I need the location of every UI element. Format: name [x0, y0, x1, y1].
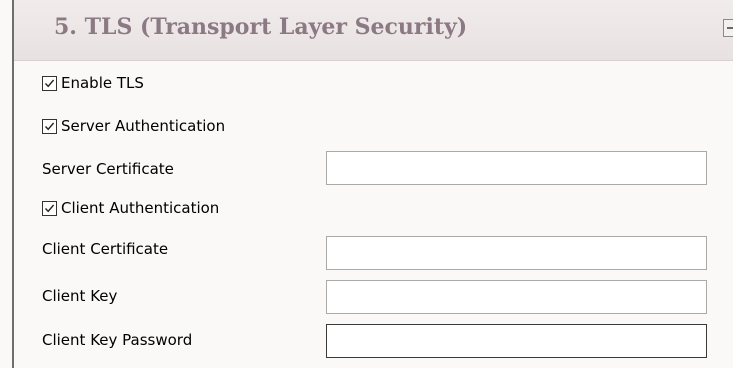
- section-title: 5. TLS (Transport Layer Security): [54, 14, 468, 40]
- client-certificate-input[interactable]: [326, 236, 707, 270]
- enable-tls-checkbox[interactable]: [42, 76, 57, 91]
- server-authentication-checkbox[interactable]: [42, 119, 57, 134]
- tls-settings-panel: 5. TLS (Transport Layer Security) Enable…: [0, 0, 733, 368]
- client-key-label: Client Key: [42, 287, 118, 305]
- server-certificate-label: Server Certificate: [42, 160, 174, 178]
- client-key-password-input[interactable]: [326, 324, 707, 358]
- client-authentication-checkbox[interactable]: [42, 201, 57, 216]
- checkmark-icon: [44, 79, 55, 88]
- client-key-input[interactable]: [326, 280, 707, 314]
- enable-tls-label[interactable]: Enable TLS: [61, 74, 144, 92]
- checkmark-icon: [44, 204, 55, 213]
- client-authentication-label[interactable]: Client Authentication: [61, 199, 219, 217]
- section-header[interactable]: 5. TLS (Transport Layer Security): [14, 0, 733, 61]
- server-authentication-label[interactable]: Server Authentication: [61, 117, 225, 135]
- client-key-password-label: Client Key Password: [42, 331, 193, 349]
- server-certificate-input[interactable]: [326, 151, 707, 185]
- collapse-minus-icon[interactable]: [723, 19, 733, 37]
- client-certificate-label: Client Certificate: [42, 240, 169, 258]
- checkmark-icon: [44, 122, 55, 131]
